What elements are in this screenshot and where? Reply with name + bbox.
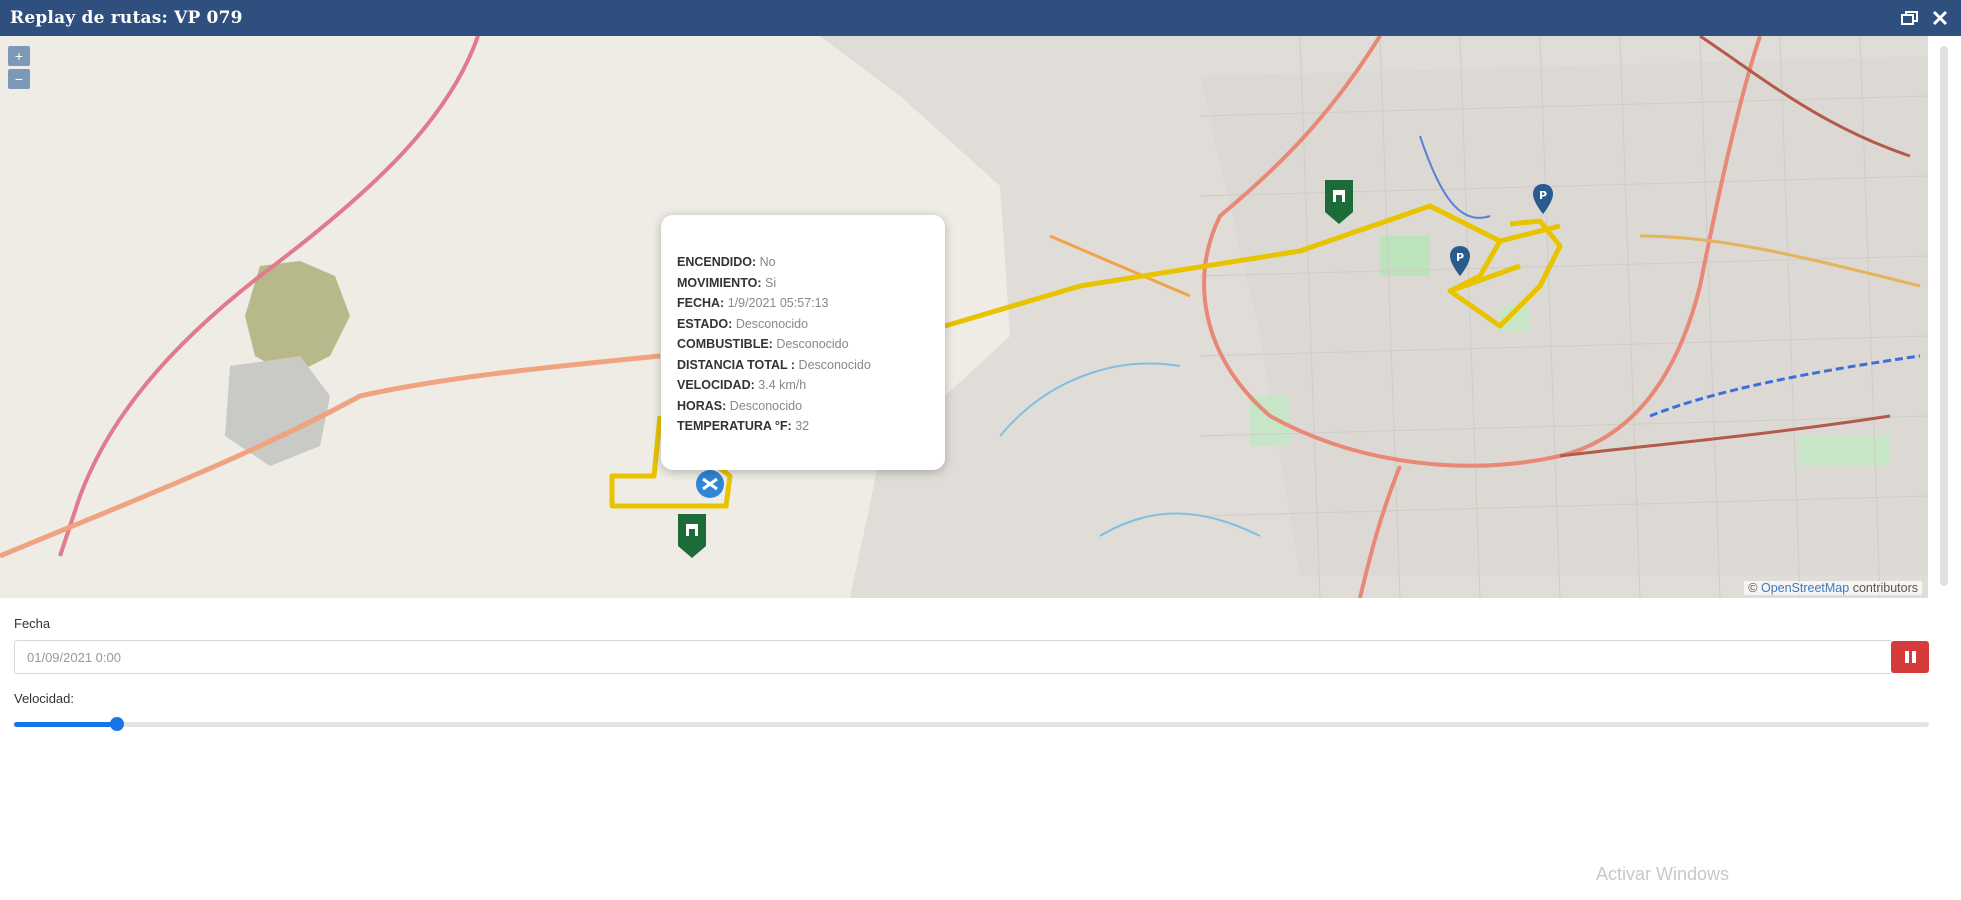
restore-window-icon[interactable]	[1899, 7, 1921, 29]
window-title: Replay de rutas: VP 079	[10, 8, 243, 28]
zoom-out-button[interactable]: −	[8, 69, 30, 89]
vertical-scrollbar[interactable]	[1928, 36, 1961, 598]
slider-handle[interactable]	[110, 717, 125, 731]
popup-row-label: FECHA:	[677, 296, 725, 310]
popup-row-value: Si	[764, 275, 777, 290]
attribution-prefix: ©	[1748, 581, 1761, 595]
popup-row-value: Desconocido	[776, 337, 849, 351]
popup-row-value: No	[759, 255, 776, 269]
close-icon[interactable]	[1929, 7, 1951, 29]
fecha-label: Fecha	[14, 616, 51, 631]
popup-row: HORAS: Desconocido	[677, 396, 929, 417]
popup-row-value: 3.4 km/h	[758, 378, 807, 392]
popup-row-label: ESTADO:	[677, 316, 733, 331]
parking-marker-icon[interactable]: P	[1448, 244, 1472, 278]
svg-text:P: P	[1456, 251, 1464, 264]
vehicle-info-popup: ENCENDIDO: No MOVIMIENTO: Si FECHA: 1/9/20…	[661, 215, 945, 470]
slider-track	[14, 722, 1929, 727]
popup-row: MOVIMIENTO: Si	[677, 273, 929, 294]
start-marker-icon[interactable]	[1323, 178, 1355, 226]
fecha-input[interactable]	[14, 640, 1893, 674]
popup-row-value: Desconocido	[735, 316, 809, 331]
slider-fill	[14, 722, 118, 727]
popup-row-label: TEMPERATURA °F:	[677, 419, 792, 433]
popup-row-label: MOVIMIENTO:	[677, 275, 762, 290]
vehicle-marker-icon[interactable]	[694, 468, 726, 500]
popup-row: VELOCIDAD: 3.4 km/h	[677, 375, 929, 396]
popup-row-label: COMBUSTIBLE:	[677, 337, 773, 351]
popup-row-value: 32	[795, 419, 810, 433]
popup-row: DISTANCIA TOTAL : Desconocido	[677, 355, 929, 376]
popup-row: TEMPERATURA °F: 32	[677, 416, 929, 437]
activate-windows-watermark: Activar Windows	[1596, 864, 1730, 884]
scrollbar-thumb[interactable]	[1940, 46, 1948, 586]
popup-row-value: 1/9/2021 05:57:13	[727, 296, 829, 310]
popup-row-label: DISTANCIA TOTAL :	[677, 357, 796, 372]
zoom-in-button[interactable]: +	[8, 46, 30, 66]
end-marker-icon[interactable]	[676, 512, 708, 560]
popup-row-value: Desconocido	[798, 357, 871, 372]
popup-row: FECHA: 1/9/2021 05:57:13	[677, 293, 929, 314]
popup-row-label: HORAS:	[677, 398, 727, 413]
zoom-controls: + −	[8, 46, 30, 89]
pause-icon	[1904, 651, 1916, 663]
speed-slider[interactable]	[14, 716, 1929, 732]
popup-row: COMBUSTIBLE: Desconocido	[677, 334, 929, 355]
route-map[interactable]: P P + − ENCENDIDO: No MOVIMIENTO: Si FECHA…	[0, 36, 1928, 598]
popup-row-label: VELOCIDAD:	[677, 378, 755, 392]
openstreetmap-link[interactable]: OpenStreetMap	[1761, 581, 1849, 595]
svg-text:P: P	[1539, 189, 1547, 202]
window-titlebar: Replay de rutas: VP 079	[0, 0, 1961, 36]
velocidad-label: Velocidad:	[14, 691, 74, 706]
pause-button[interactable]	[1891, 641, 1929, 673]
attribution-suffix: contributors	[1849, 581, 1918, 595]
popup-row: ENCENDIDO: No	[677, 252, 929, 273]
map-tiles	[0, 36, 1928, 598]
map-attribution: © OpenStreetMap contributors	[1744, 581, 1922, 595]
replay-controls: Fecha Velocidad:	[14, 616, 1929, 732]
popup-row-label: ENCENDIDO:	[677, 255, 757, 269]
parking-marker-icon[interactable]: P	[1531, 182, 1555, 216]
popup-row-value: Desconocido	[729, 398, 803, 413]
popup-row: ESTADO: Desconocido	[677, 314, 929, 335]
